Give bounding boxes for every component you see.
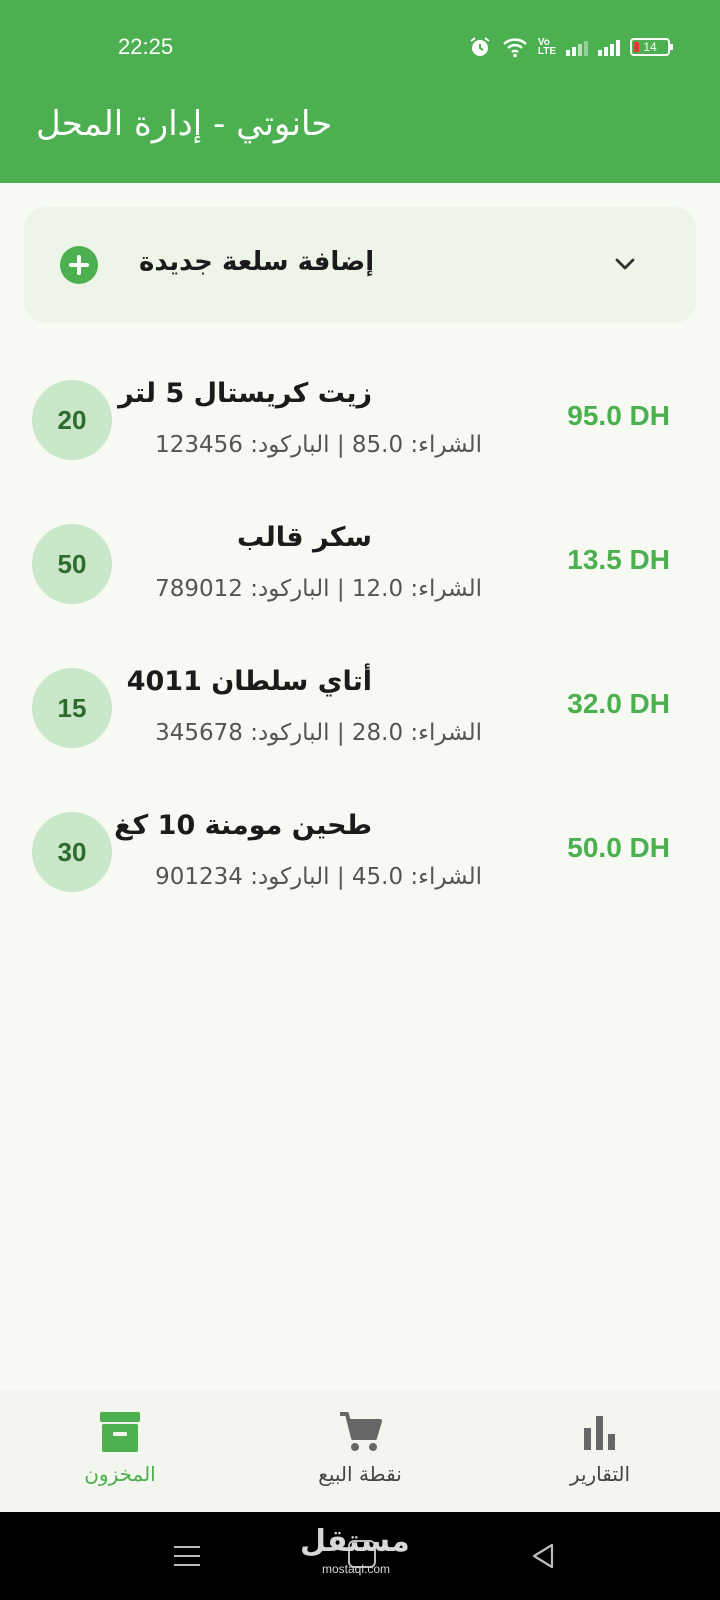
product-details: الشراء: 12.0 | الباركود: 789012 — [155, 576, 482, 602]
add-item-card[interactable]: إضافة سلعة جديدة — [24, 207, 696, 323]
product-price: 32.0 DH — [567, 688, 670, 719]
alarm-icon — [470, 37, 490, 56]
chevron-down-icon[interactable] — [612, 251, 638, 277]
quantity-badge: 20 — [32, 380, 112, 460]
nav-inventory-label: المخزون — [84, 1462, 156, 1486]
bar-chart-icon — [584, 1416, 615, 1450]
product-row[interactable]: 15 أتاي سلطان 4011 الشراء: 28.0 | البارك… — [0, 628, 720, 772]
quantity-badge: 15 — [32, 668, 112, 748]
battery-icon: 14 — [630, 38, 673, 56]
product-name: زيت كريستال 5 لتر — [118, 378, 372, 409]
product-price: 13.5 DH — [567, 544, 670, 575]
back-icon[interactable] — [530, 1542, 556, 1570]
system-navigation-bar: مستقل mostaql.com — [0, 1512, 720, 1600]
volte-icon: Vo LTE — [537, 37, 556, 57]
product-price: 95.0 DH — [567, 400, 670, 431]
status-icons: Vo LTE 14 — [468, 32, 673, 62]
add-item-label: إضافة سلعة جديدة — [139, 247, 375, 277]
product-details: الشراء: 28.0 | الباركود: 345678 — [155, 720, 482, 746]
signal-icon-2 — [598, 38, 620, 56]
product-details: الشراء: 85.0 | الباركود: 123456 — [155, 432, 482, 458]
signal-icon-1 — [566, 38, 588, 56]
bottom-navigation: المخزون نقطة البيع التقارير — [0, 1390, 720, 1512]
status-time: 22:25 — [118, 34, 174, 59]
shopping-cart-icon — [340, 1412, 382, 1451]
nav-point-of-sale-label: نقطة البيع — [318, 1462, 402, 1486]
battery-level: 14 — [643, 40, 657, 54]
product-details: الشراء: 45.0 | الباركود: 901234 — [155, 864, 482, 890]
archive-icon — [100, 1412, 140, 1452]
product-price: 50.0 DH — [567, 832, 670, 863]
product-name: سكر قالب — [237, 522, 372, 553]
app-bar: 22:25 Vo LTE 14 حانوتي - إدارة المحل — [0, 0, 720, 183]
nav-inventory[interactable]: المخزون — [0, 1390, 240, 1512]
menu-icon[interactable] — [174, 1546, 200, 1573]
app-title: حانوتي - إدارة المحل — [36, 104, 333, 144]
quantity-badge: 50 — [32, 524, 112, 604]
nav-point-of-sale[interactable]: نقطة البيع — [240, 1390, 480, 1512]
product-name: أتاي سلطان 4011 — [126, 666, 372, 697]
product-row[interactable]: 20 زيت كريستال 5 لتر الشراء: 85.0 | البا… — [0, 340, 720, 484]
add-circle-icon — [60, 246, 98, 284]
product-list: 20 زيت كريستال 5 لتر الشراء: 85.0 | البا… — [0, 340, 720, 916]
watermark-url: mostaql.com — [322, 1562, 391, 1576]
product-row[interactable]: 50 سكر قالب الشراء: 12.0 | الباركود: 789… — [0, 484, 720, 628]
product-name: طحين مومنة 10 كغ — [114, 810, 372, 841]
quantity-badge: 30 — [32, 812, 112, 892]
wifi-icon — [502, 38, 527, 58]
nav-reports-label: التقارير — [569, 1462, 631, 1486]
nav-reports[interactable]: التقارير — [480, 1390, 720, 1512]
watermark-logo: مستقل — [300, 1524, 410, 1559]
product-row[interactable]: 30 طحين مومنة 10 كغ الشراء: 45.0 | البار… — [0, 772, 720, 916]
